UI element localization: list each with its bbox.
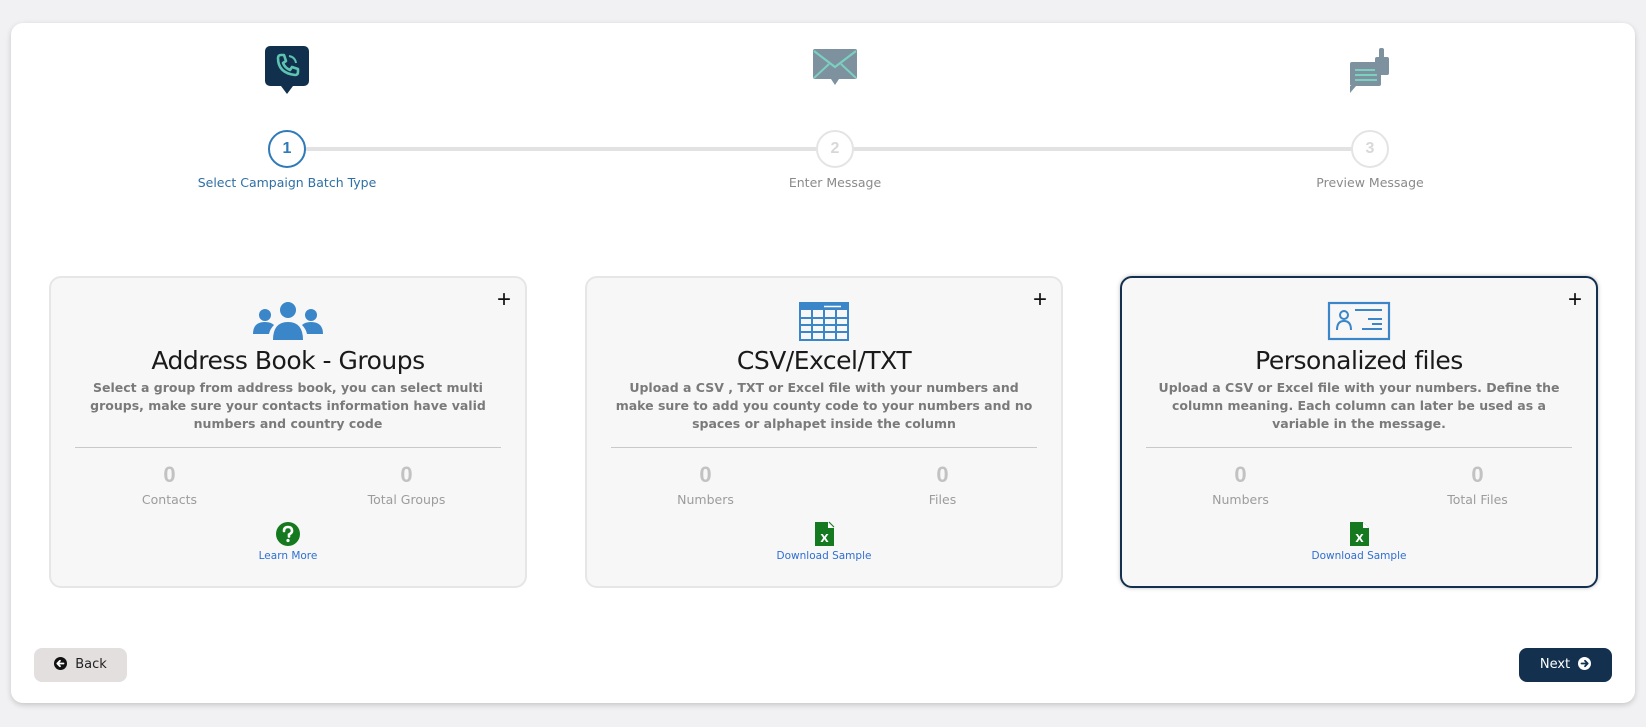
arrow-right-circle-icon <box>1578 657 1592 670</box>
add-icon[interactable]: + <box>1568 288 1582 312</box>
divider <box>75 447 501 448</box>
card-personalized-files[interactable]: + Personalized files Upload a CSV or Exc… <box>1120 276 1598 588</box>
download-sample-link[interactable]: X Download Sample <box>776 521 872 562</box>
stat-contacts: 0 Contacts <box>51 462 288 507</box>
stat-label: Numbers <box>1212 492 1269 507</box>
step-number: 1 <box>268 130 306 168</box>
stat-label: Contacts <box>141 492 198 507</box>
wizard-stepper: 1 Select Campaign Batch Type 2 Enter Mes… <box>11 23 1635 223</box>
stat-files: 0 Files <box>824 462 1061 507</box>
stat-numbers: 0 Numbers <box>587 462 824 507</box>
card-title: Personalized files <box>1255 346 1463 375</box>
action-label: Learn More <box>258 550 318 562</box>
question-circle-icon <box>276 521 300 547</box>
card-stats: 0 Numbers 0 Files <box>587 462 1061 507</box>
excel-file-icon: X <box>1347 521 1371 547</box>
chat-thumbs-up-icon <box>1347 45 1393 95</box>
card-description: Upload a CSV or Excel file with your num… <box>1158 380 1560 431</box>
envelope-icon <box>812 45 858 95</box>
step-label: Enter Message <box>788 175 882 190</box>
action-label: Download Sample <box>1311 550 1407 562</box>
stat-label: Total Groups <box>367 492 446 507</box>
back-label: Back <box>75 657 107 672</box>
stat-label: Files <box>928 492 957 507</box>
step-connector <box>835 147 1370 151</box>
step-number: 3 <box>1351 130 1389 168</box>
back-button[interactable]: Back <box>34 648 127 682</box>
stat-value: 0 <box>1471 462 1484 487</box>
id-card-icon <box>1322 300 1396 342</box>
stat-value: 0 <box>163 462 176 487</box>
card-title: Address Book - Groups <box>151 346 425 375</box>
next-button[interactable]: Next <box>1519 648 1612 682</box>
stat-value: 0 <box>936 462 949 487</box>
stat-value: 0 <box>400 462 413 487</box>
card-description: Upload a CSV , TXT or Excel file with yo… <box>615 380 1033 431</box>
learn-more-link[interactable]: Learn More <box>258 521 318 562</box>
phone-bubble-icon <box>264 45 310 95</box>
add-icon[interactable]: + <box>497 288 511 312</box>
stat-value: 0 <box>699 462 712 487</box>
card-address-book-groups[interactable]: + Address Book - Groups Select a group f… <box>49 276 527 588</box>
svg-text:X: X <box>1355 532 1364 545</box>
step-label: Preview Message <box>1316 175 1424 190</box>
add-icon[interactable]: + <box>1033 288 1047 312</box>
stat-label: Numbers <box>677 492 734 507</box>
download-sample-link[interactable]: X Download Sample <box>1311 521 1407 562</box>
stat-total-groups: 0 Total Groups <box>288 462 525 507</box>
divider <box>1146 447 1572 448</box>
svg-text:X: X <box>820 532 829 545</box>
stat-total-files: 0 Total Files <box>1359 462 1596 507</box>
next-label: Next <box>1539 657 1571 672</box>
stat-numbers: 0 Numbers <box>1122 462 1359 507</box>
card-stats: 0 Contacts 0 Total Groups <box>51 462 525 507</box>
users-group-icon <box>251 300 325 342</box>
card-description: Select a group from address book, you ca… <box>90 380 486 431</box>
divider <box>611 447 1037 448</box>
stat-label: Total Files <box>1447 492 1508 507</box>
card-stats: 0 Numbers 0 Total Files <box>1122 462 1596 507</box>
step-number: 2 <box>816 130 854 168</box>
arrow-left-circle-icon <box>54 657 68 670</box>
spreadsheet-table-icon <box>787 300 861 342</box>
card-csv-excel-txt[interactable]: + CSV/Excel/TXT Upload a CSV , TXT or Ex… <box>585 276 1063 588</box>
wizard-panel: 1 Select Campaign Batch Type 2 Enter Mes… <box>11 23 1635 703</box>
step-connector <box>295 147 835 151</box>
card-title: CSV/Excel/TXT <box>736 346 912 375</box>
excel-file-icon: X <box>812 521 836 547</box>
step-label: Select Campaign Batch Type <box>197 175 377 190</box>
stat-value: 0 <box>1234 462 1247 487</box>
action-label: Download Sample <box>776 550 872 562</box>
